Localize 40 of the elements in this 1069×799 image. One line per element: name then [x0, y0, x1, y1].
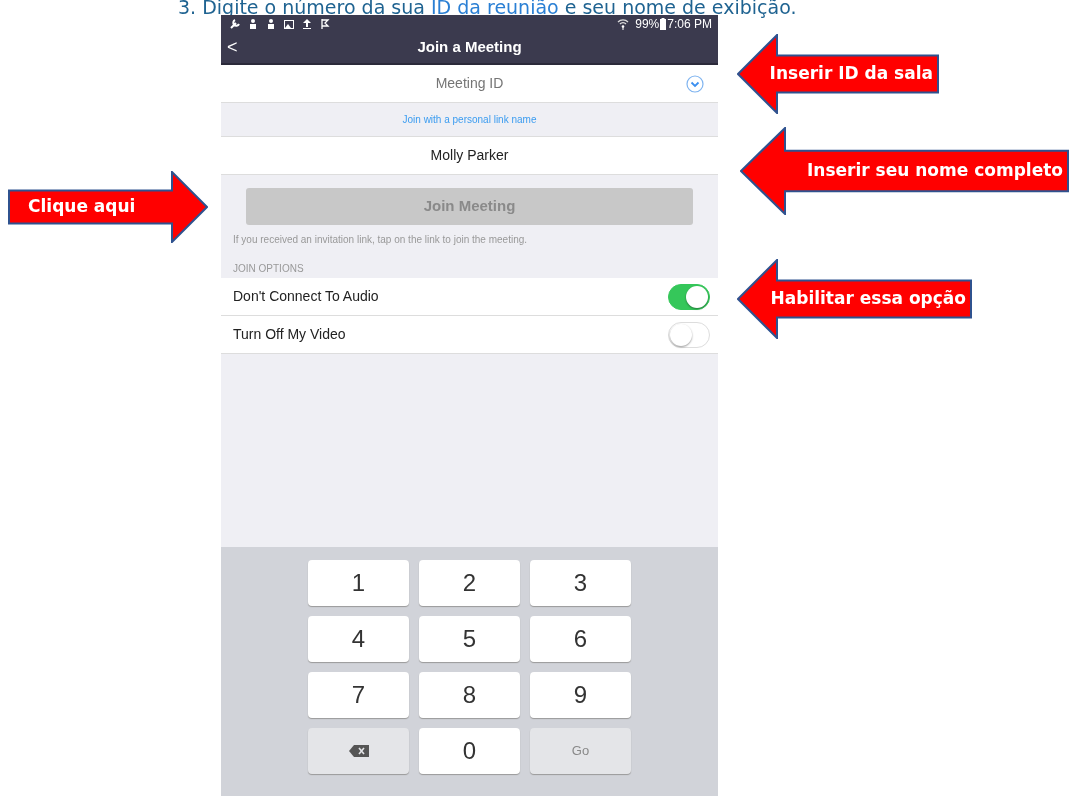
chevron-down-icon[interactable] [686, 74, 704, 93]
name-field[interactable]: Molly Parker [221, 137, 718, 175]
meeting-id-field[interactable]: Meeting ID [221, 65, 718, 103]
upload-icon [301, 17, 313, 30]
hint-text: If you received an invitation link, tap on the link to join the meeting. [232, 233, 529, 247]
toggle-switch[interactable] [668, 321, 710, 348]
image-icon [283, 17, 295, 30]
digit-key[interactable]: 8 [419, 672, 520, 718]
name-input[interactable]: Molly Parker [339, 144, 600, 167]
option-label: Turn Off My Video [233, 325, 346, 344]
backspace-key[interactable] [308, 728, 409, 774]
wrench-icon [229, 17, 241, 30]
meeting-id-input[interactable]: Meeting ID [369, 72, 570, 95]
digit-key[interactable]: 6 [530, 616, 631, 662]
digit-key[interactable]: 5 [419, 616, 520, 662]
option-label: Don't Connect To Audio [233, 287, 379, 306]
meeting-id-link[interactable]: ID da reunião [430, 0, 559, 18]
digit-key[interactable]: 1 [308, 560, 409, 606]
figure-icon [247, 17, 259, 30]
digit-key[interactable]: 2 [419, 560, 520, 606]
battery-percentage: 99% [635, 15, 660, 33]
wifi-icon [617, 17, 630, 30]
back-button[interactable]: < [227, 34, 238, 61]
digit-key[interactable]: 9 [530, 672, 631, 718]
flag-icon [319, 17, 331, 30]
clock-time: 7:06 PM [667, 15, 712, 33]
callout-arrow: Inserir ID da sala [737, 34, 939, 114]
digit-key[interactable]: 3 [530, 560, 631, 606]
callout-arrow: Habilitar essa opção [737, 259, 972, 339]
digit-key[interactable]: 4 [308, 616, 409, 662]
battery-icon [660, 17, 667, 30]
callout-arrow: Inserir seu nome completo [740, 127, 1069, 215]
section-heading: JOIN OPTIONS [232, 262, 305, 276]
screen-title: Join a Meeting [417, 37, 522, 58]
toggle-switch[interactable] [668, 283, 710, 310]
backspace-icon [348, 745, 369, 757]
callout-arrow: Clique aqui [8, 171, 208, 243]
figure-icon [265, 17, 277, 30]
digit-key[interactable]: 0 [419, 728, 520, 774]
digit-key[interactable]: 7 [308, 672, 409, 718]
